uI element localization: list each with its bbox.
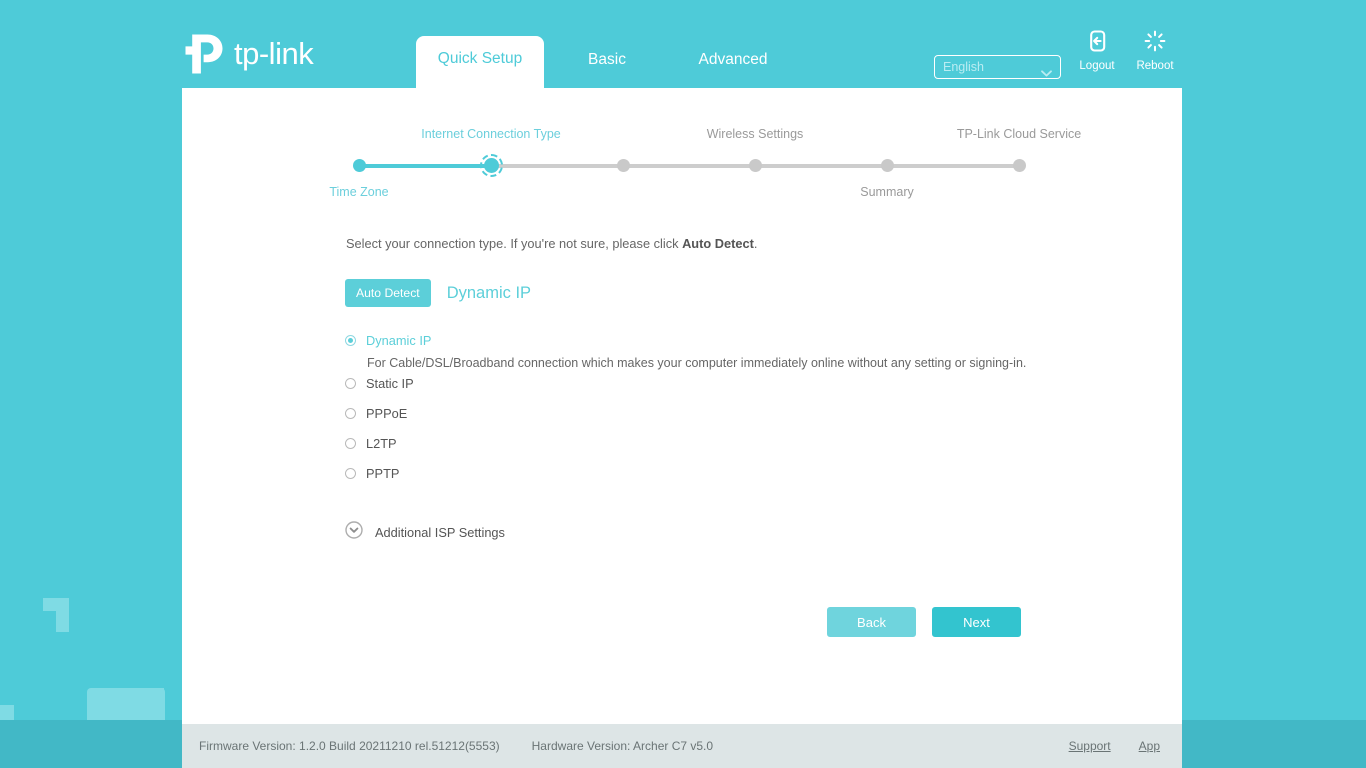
- radio-unselected-icon: [345, 377, 356, 389]
- auto-detect-button[interactable]: Auto Detect: [345, 279, 431, 307]
- chevron-down-circle-icon: [345, 521, 363, 544]
- tp-link-logo: tp-link: [183, 31, 314, 77]
- reboot-label: Reboot: [1136, 60, 1174, 72]
- radio-label-dynamic-ip: Dynamic IP: [366, 332, 432, 348]
- logout-icon: [1087, 30, 1108, 57]
- tp-link-logo-icon: [183, 32, 229, 76]
- additional-isp-settings-label: Additional ISP Settings: [375, 525, 505, 540]
- radio-label-pptp: PPTP: [366, 465, 400, 481]
- radio-pptp[interactable]: PPTP: [345, 462, 1125, 484]
- progress-track-fill: [359, 164, 491, 168]
- progress-track: [359, 164, 1021, 168]
- radio-unselected-icon: [345, 407, 356, 419]
- detected-connection-type: Dynamic IP: [446, 283, 532, 302]
- radio-unselected-icon: [345, 467, 356, 479]
- radio-dynamic-ip[interactable]: Dynamic IP: [345, 329, 1125, 351]
- step-dot-wireless-settings[interactable]: [617, 159, 630, 172]
- app-header: tp-link Quick Setup Basic Advanced Engli…: [0, 0, 1366, 88]
- step-label-wireless-settings: Wireless Settings: [706, 127, 804, 141]
- radio-label-l2tp: L2TP: [366, 435, 397, 451]
- firmware-version: Firmware Version: 1.2.0 Build 20211210 r…: [199, 739, 500, 753]
- hardware-version: Hardware Version: Archer C7 v5.0: [531, 739, 714, 753]
- step-dot-internet-connection-type[interactable]: [484, 158, 499, 173]
- connection-type-radio-group: Dynamic IP For Cable/DSL/Broadband conne…: [345, 329, 1125, 484]
- logo-wordmark: tp-link: [234, 36, 314, 71]
- main-nav-tabs: Quick Setup Basic Advanced: [416, 0, 796, 88]
- additional-isp-settings-toggle[interactable]: Additional ISP Settings: [345, 521, 505, 544]
- radio-description-dynamic-ip: For Cable/DSL/Broadband connection which…: [367, 356, 1027, 370]
- main-panel: Time Zone Internet Connection Type Wirel…: [182, 88, 1182, 768]
- radio-l2tp[interactable]: L2TP: [345, 432, 1125, 454]
- tab-basic[interactable]: Basic: [544, 51, 670, 88]
- logout-label: Logout: [1079, 60, 1115, 72]
- intro-prefix: Select your connection type. If you're n…: [346, 236, 683, 251]
- logout-button[interactable]: Logout: [1068, 30, 1126, 72]
- radio-label-pppoe: PPPoE: [366, 405, 408, 421]
- reboot-button[interactable]: Reboot: [1126, 30, 1184, 72]
- support-link[interactable]: Support: [1069, 739, 1111, 753]
- action-buttons: Back Next: [182, 607, 1182, 637]
- back-button[interactable]: Back: [827, 607, 916, 637]
- panel-footer: Firmware Version: 1.2.0 Build 20211210 r…: [182, 724, 1182, 768]
- step-dot-time-zone[interactable]: [353, 159, 366, 172]
- tab-advanced[interactable]: Advanced: [670, 51, 796, 88]
- intro-text: Select your connection type. If you're n…: [346, 236, 757, 251]
- setup-progress: Time Zone Internet Connection Type Wirel…: [182, 88, 1182, 199]
- intro-strong: Auto Detect: [682, 236, 754, 251]
- radio-label-static-ip: Static IP: [366, 375, 414, 391]
- app-link[interactable]: App: [1139, 739, 1160, 753]
- radio-static-ip[interactable]: Static IP: [345, 372, 1125, 394]
- language-select[interactable]: English: [934, 55, 1061, 79]
- radio-pppoe[interactable]: PPPoE: [345, 402, 1125, 424]
- intro-suffix: .: [753, 236, 758, 251]
- radio-selected-icon: [345, 334, 356, 346]
- step-label-summary: Summary: [860, 185, 914, 199]
- step-dot-tp-link-cloud-service[interactable]: [1013, 159, 1026, 172]
- language-select-value: English: [943, 60, 984, 74]
- radio-unselected-icon: [345, 437, 356, 449]
- deco-block: [56, 598, 69, 632]
- step-dot-4[interactable]: [749, 159, 762, 172]
- tab-quick-setup[interactable]: Quick Setup: [416, 36, 544, 88]
- next-button[interactable]: Next: [932, 607, 1021, 637]
- step-dot-summary[interactable]: [881, 159, 894, 172]
- step-label-time-zone: Time Zone: [329, 185, 389, 199]
- chevron-down-icon: [1041, 64, 1052, 76]
- reboot-icon: [1144, 30, 1166, 57]
- step-label-tp-link-cloud-service: TP-Link Cloud Service: [956, 127, 1082, 141]
- auto-detect-row: Auto Detect Dynamic IP: [345, 279, 531, 307]
- step-label-internet-connection-type: Internet Connection Type: [421, 127, 561, 141]
